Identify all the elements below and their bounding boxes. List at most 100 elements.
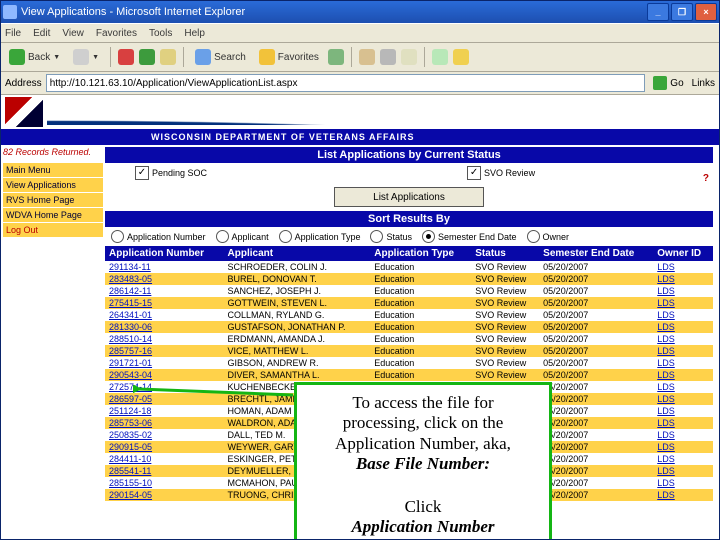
sidebar-item-4[interactable]: Log Out <box>3 223 103 238</box>
restore-button[interactable]: ❐ <box>671 3 693 21</box>
owner-link[interactable]: LDS <box>657 310 675 320</box>
menu-view[interactable]: View <box>62 28 84 39</box>
mail-icon[interactable] <box>359 49 375 65</box>
type-cell: Education <box>370 309 471 321</box>
application-number-link[interactable]: 281330-06 <box>109 322 152 332</box>
sidebar-item-2[interactable]: RVS Home Page <box>3 193 103 208</box>
application-number-link[interactable]: 250835-02 <box>109 430 152 440</box>
table-row: 275415-15GOTTWEIN, STEVEN L.EducationSVO… <box>105 297 713 309</box>
date-cell: 05/20/2007 <box>539 441 653 453</box>
filter-pending[interactable]: ✓Pending SOC <box>135 166 207 180</box>
owner-link[interactable]: LDS <box>657 334 675 344</box>
sort-1[interactable]: Applicant <box>216 230 269 243</box>
menu-tools[interactable]: Tools <box>149 28 172 39</box>
date-cell: 05/20/2007 <box>539 297 653 309</box>
minimize-button[interactable]: _ <box>647 3 669 21</box>
sort-4[interactable]: Semester End Date <box>422 230 517 243</box>
filter-svo[interactable]: ✓SVO Review <box>467 166 535 180</box>
menu-edit[interactable]: Edit <box>33 28 50 39</box>
owner-link[interactable]: LDS <box>657 394 675 404</box>
owner-link[interactable]: LDS <box>657 346 675 356</box>
owner-link[interactable]: LDS <box>657 478 675 488</box>
owner-link[interactable]: LDS <box>657 418 675 428</box>
owner-link[interactable]: LDS <box>657 442 675 452</box>
application-number-link[interactable]: 290154-05 <box>109 490 152 500</box>
applicant-cell: SANCHEZ, JOSEPH J. <box>224 285 371 297</box>
owner-link[interactable]: LDS <box>657 430 675 440</box>
refresh-icon[interactable] <box>139 49 155 65</box>
application-number-link[interactable]: 283483-05 <box>109 274 152 284</box>
owner-link[interactable]: LDS <box>657 286 675 296</box>
print-icon[interactable] <box>380 49 396 65</box>
sidebar-item-1[interactable]: View Applications <box>3 178 103 193</box>
menu-file[interactable]: File <box>5 28 21 39</box>
owner-link[interactable]: LDS <box>657 406 675 416</box>
applicant-cell: GUSTAFSON, JONATHAN P. <box>224 321 371 333</box>
sort-0[interactable]: Application Number <box>111 230 206 243</box>
application-number-link[interactable]: 286142-11 <box>109 286 151 296</box>
discuss-icon[interactable] <box>432 49 448 65</box>
edit-icon[interactable] <box>401 49 417 65</box>
messenger-icon[interactable] <box>453 49 469 65</box>
page-content: WISCONSIN DEPARTMENT OF VETERANS AFFAIRS… <box>1 95 719 540</box>
application-number-link[interactable]: 290543-04 <box>109 370 152 380</box>
owner-link[interactable]: LDS <box>657 358 675 368</box>
application-number-link[interactable]: 286597-05 <box>109 394 152 404</box>
application-number-link[interactable]: 291721-01 <box>109 358 152 368</box>
application-number-link[interactable]: 288510-14 <box>109 334 152 344</box>
owner-link[interactable]: LDS <box>657 274 675 284</box>
application-number-link[interactable]: 285757-16 <box>109 346 152 356</box>
status-cell: SVO Review <box>471 321 539 333</box>
owner-link[interactable]: LDS <box>657 298 675 308</box>
date-cell: 05/20/2007 <box>539 465 653 477</box>
list-applications-button[interactable]: List Applications <box>334 187 484 207</box>
status-cell: SVO Review <box>471 285 539 297</box>
application-number-link[interactable]: 285753-06 <box>109 418 152 428</box>
type-cell: Education <box>370 345 471 357</box>
favorites-button[interactable]: Favorites <box>255 46 323 68</box>
application-number-link[interactable]: 251124-18 <box>109 406 151 416</box>
dept-bar: WISCONSIN DEPARTMENT OF VETERANS AFFAIRS <box>1 129 719 145</box>
close-button[interactable]: × <box>695 3 717 21</box>
owner-link[interactable]: LDS <box>657 382 675 392</box>
sort-3[interactable]: Status <box>370 230 412 243</box>
owner-link[interactable]: LDS <box>657 466 675 476</box>
forward-button[interactable]: ▼ <box>69 46 103 68</box>
application-number-link[interactable]: 285155-10 <box>109 478 152 488</box>
type-cell: Education <box>370 357 471 369</box>
links-label[interactable]: Links <box>692 78 715 89</box>
application-number-link[interactable]: 291134-11 <box>109 262 151 272</box>
stop-icon[interactable] <box>118 49 134 65</box>
application-number-link[interactable]: 272574-14 <box>109 382 152 392</box>
star-icon <box>259 49 275 65</box>
table-row: 288510-14ERDMANN, AMANDA J.EducationSVO … <box>105 333 713 345</box>
application-number-link[interactable]: 264341-01 <box>109 310 152 320</box>
sort-2[interactable]: Application Type <box>279 230 361 243</box>
sidebar-item-3[interactable]: WDVA Home Page <box>3 208 103 223</box>
sort-5[interactable]: Owner <box>527 230 570 243</box>
go-button[interactable]: Go <box>649 76 687 90</box>
address-label: Address <box>5 78 42 89</box>
home-icon[interactable] <box>160 49 176 65</box>
address-input[interactable] <box>46 74 646 92</box>
owner-link[interactable]: LDS <box>657 322 675 332</box>
application-number-link[interactable]: 275415-15 <box>109 298 152 308</box>
help-icon[interactable]: ? <box>703 173 709 184</box>
owner-link[interactable]: LDS <box>657 370 675 380</box>
back-button[interactable]: Back▼ <box>5 46 64 68</box>
application-number-link[interactable]: 284411-10 <box>109 454 151 464</box>
menu-help[interactable]: Help <box>184 28 205 39</box>
application-number-link[interactable]: 285541-11 <box>109 466 151 476</box>
owner-link[interactable]: LDS <box>657 490 675 500</box>
owner-link[interactable]: LDS <box>657 454 675 464</box>
history-icon[interactable] <box>328 49 344 65</box>
application-number-link[interactable]: 290915-05 <box>109 442 152 452</box>
date-cell: 05/20/2007 <box>539 333 653 345</box>
sidebar-item-0[interactable]: Main Menu <box>3 163 103 178</box>
menu-favorites[interactable]: Favorites <box>96 28 137 39</box>
table-row: 290543-04DIVER, SAMANTHA L.EducationSVO … <box>105 369 713 381</box>
search-icon <box>195 49 211 65</box>
owner-link[interactable]: LDS <box>657 262 675 272</box>
search-button[interactable]: Search <box>191 46 250 68</box>
date-cell: 05/20/2007 <box>539 261 653 273</box>
